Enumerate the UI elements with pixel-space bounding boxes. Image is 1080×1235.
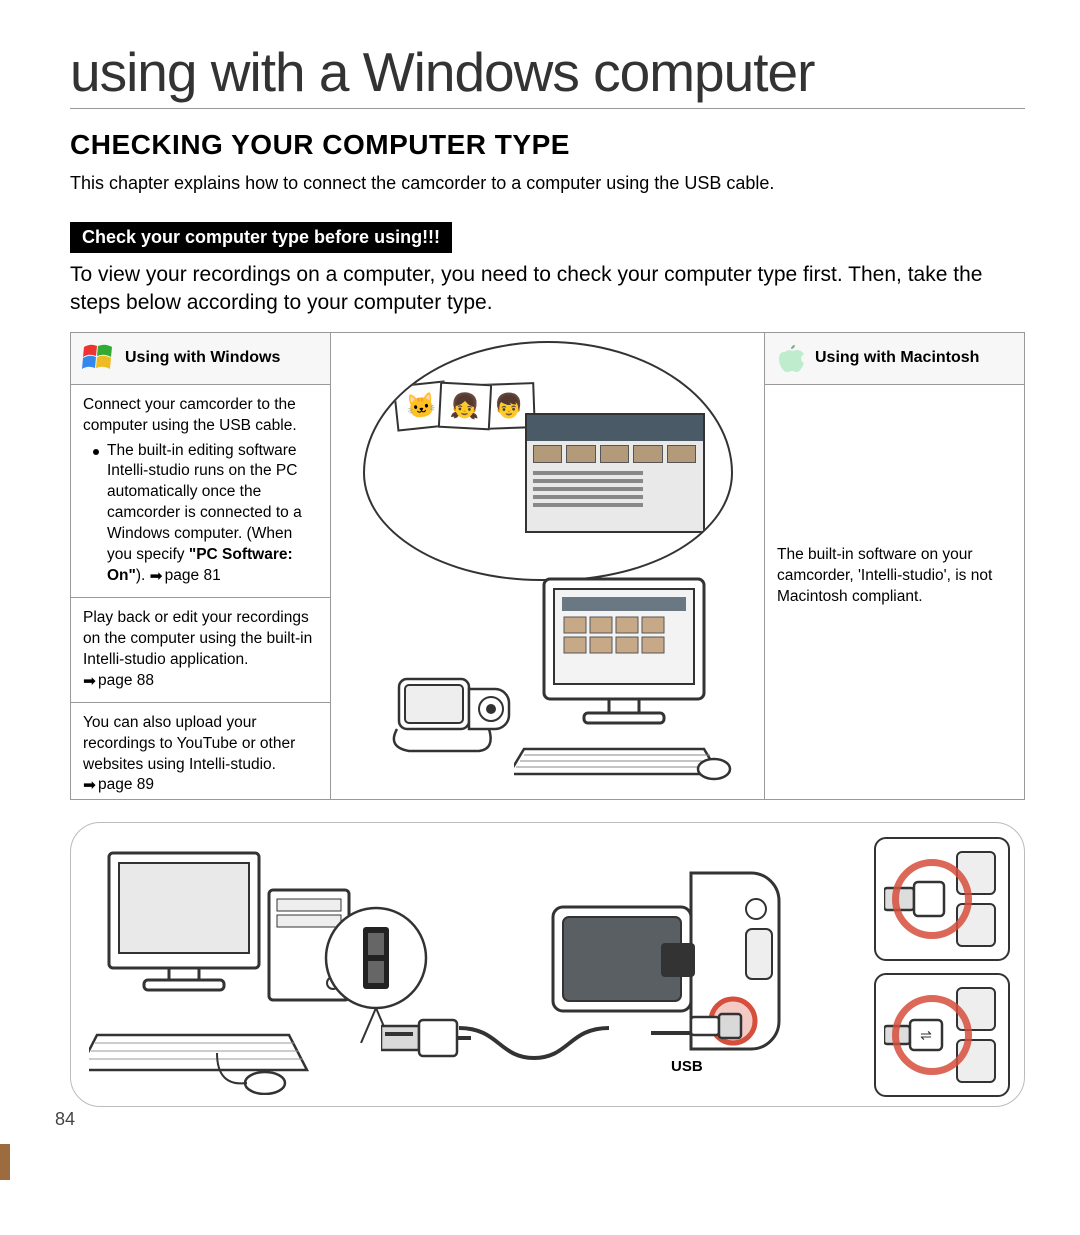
page-number: 84 xyxy=(55,1109,75,1130)
usb-a-plug-icon xyxy=(381,1008,471,1068)
mac-header-label: Using with Macintosh xyxy=(815,349,979,367)
os-comparison-table: Using with Windows Connect your camcorde… xyxy=(70,332,1025,800)
mac-column: Using with Macintosh The built-in softwa… xyxy=(764,333,1024,799)
page-ref-89: ➡page 89 xyxy=(83,776,154,793)
do-not-use-icon xyxy=(892,995,972,1075)
port-card-top xyxy=(874,837,1010,961)
port-callouts: ⇌ xyxy=(874,837,1010,1097)
windows-header: Using with Windows xyxy=(71,333,330,385)
page-ref-81: ➡page 81 xyxy=(150,567,221,584)
page-ref-81-text: page 81 xyxy=(165,567,221,584)
warning-banner: Check your computer type before using!!! xyxy=(70,222,452,253)
intro-text: This chapter explains how to connect the… xyxy=(70,173,1025,194)
desktop-monitor-icon xyxy=(514,569,734,789)
thought-bubble-icon: 🐱 👧 👦 xyxy=(363,341,733,581)
windows-step-2-text: Play back or edit your recordings on the… xyxy=(83,609,312,668)
section-heading: CHECKING YOUR COMPUTER TYPE xyxy=(70,129,1025,161)
page-ref-89-text: page 89 xyxy=(98,776,154,793)
app-window-icon xyxy=(525,413,705,533)
mac-header: Using with Macintosh xyxy=(765,333,1024,385)
windows-step-3: You can also upload your recordings to Y… xyxy=(71,703,330,807)
camcorder-icon xyxy=(391,659,521,759)
warning-description: To view your recordings on a computer, y… xyxy=(70,261,1025,318)
center-illustration: 🐱 👧 👦 xyxy=(331,333,764,799)
windows-step-1: Connect your camcorder to the computer u… xyxy=(71,385,330,598)
windows-step-1-bullet-pre: The built-in editing software Intelli-st… xyxy=(107,442,302,564)
mac-note: The built-in software on your camcorder,… xyxy=(765,385,1024,618)
usb-label: USB xyxy=(671,1058,703,1075)
windows-header-label: Using with Windows xyxy=(125,349,280,367)
do-not-use-icon xyxy=(892,859,972,939)
windows-step-2: Play back or edit your recordings on the… xyxy=(71,598,330,703)
windows-step-1-bullet: The built-in editing software Intelli-st… xyxy=(107,441,318,587)
section-tab-icon xyxy=(0,1144,10,1180)
windows-column: Using with Windows Connect your camcorde… xyxy=(71,333,331,799)
page-ref-88: ➡page 88 xyxy=(83,672,154,689)
windows-step-1-lead: Connect your camcorder to the computer u… xyxy=(83,395,318,437)
bullet-icon xyxy=(93,449,99,455)
apple-logo-icon xyxy=(775,341,805,375)
camcorder-large-icon: USB xyxy=(541,853,801,1083)
windows-logo-icon xyxy=(81,341,115,375)
photo-stack-icon: 🐱 👧 👦 xyxy=(395,383,527,429)
page-ref-88-text: page 88 xyxy=(98,672,154,689)
windows-step-1-bullet-post: ). xyxy=(136,567,150,584)
page-title: using with a Windows computer xyxy=(70,40,1025,109)
port-card-bottom: ⇌ xyxy=(874,973,1010,1097)
connection-diagram: USB ⇌ xyxy=(70,822,1025,1107)
windows-step-3-text: You can also upload your recordings to Y… xyxy=(83,714,295,773)
